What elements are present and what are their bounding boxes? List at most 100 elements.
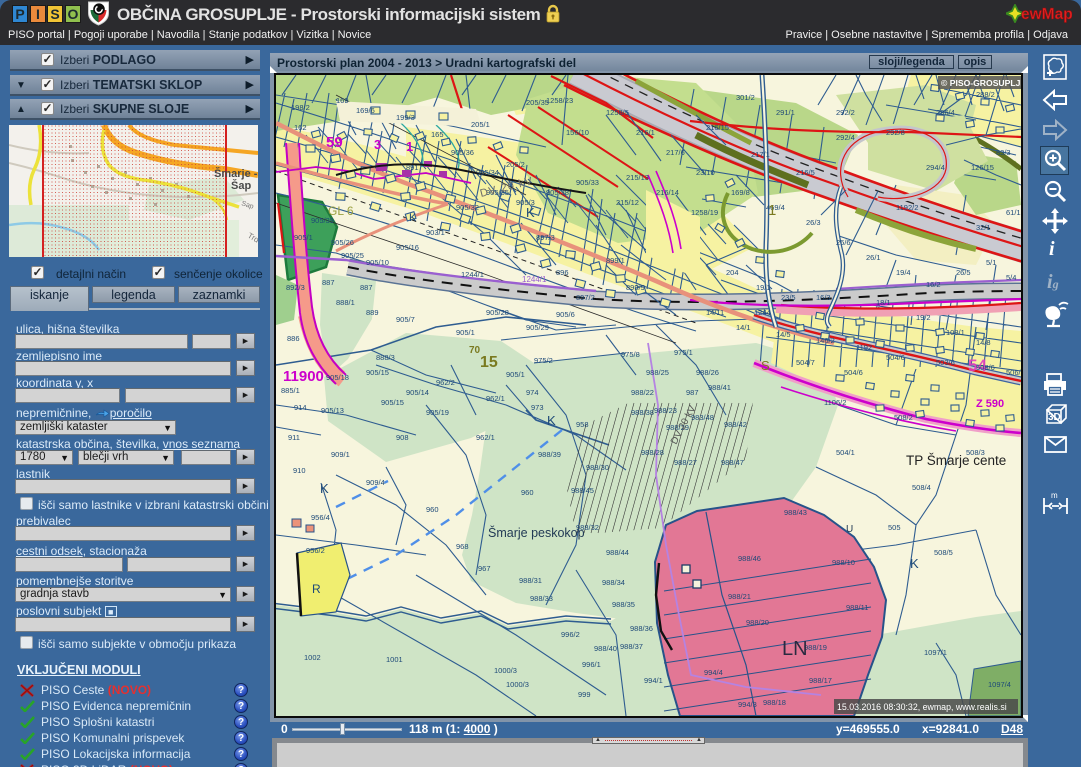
svg-text:988/37: 988/37 xyxy=(620,642,643,651)
svg-text:960: 960 xyxy=(521,488,534,497)
svg-text:994/3: 994/3 xyxy=(738,700,757,709)
svg-text:988/11: 988/11 xyxy=(846,603,868,612)
svg-text:K: K xyxy=(409,212,417,224)
svg-text:216/14: 216/14 xyxy=(656,188,679,197)
svg-text:U: U xyxy=(846,524,853,535)
svg-text:988/39: 988/39 xyxy=(538,450,561,459)
svg-text:R: R xyxy=(312,582,321,596)
svg-text:19/2: 19/2 xyxy=(916,313,931,322)
svg-text:988/27: 988/27 xyxy=(674,458,697,467)
svg-text:169: 169 xyxy=(336,96,349,105)
svg-text:Sap: Sap xyxy=(240,200,254,211)
svg-text:905/32: 905/32 xyxy=(456,203,479,212)
svg-text:292/8: 292/8 xyxy=(886,128,905,137)
svg-text:967: 967 xyxy=(478,564,491,573)
svg-text:905/10: 905/10 xyxy=(366,258,389,267)
svg-text:Z 590: Z 590 xyxy=(976,398,1004,410)
svg-text:1: 1 xyxy=(406,139,413,154)
svg-text:294/4: 294/4 xyxy=(926,163,945,172)
svg-text:19/4: 19/4 xyxy=(896,268,911,277)
svg-text:988/43: 988/43 xyxy=(784,508,807,517)
svg-text:988/35: 988/35 xyxy=(612,600,635,609)
svg-text:905/14: 905/14 xyxy=(406,388,429,397)
svg-text:891: 891 xyxy=(406,163,419,172)
svg-text:905/1: 905/1 xyxy=(456,328,475,337)
svg-text:292/4: 292/4 xyxy=(836,133,855,142)
svg-text:994/4: 994/4 xyxy=(704,668,723,677)
svg-text:508/4: 508/4 xyxy=(912,483,931,492)
svg-text:© PISO-GROSUPLJE: © PISO-GROSUPLJE xyxy=(941,78,1021,88)
svg-text:1258/19: 1258/19 xyxy=(691,208,718,217)
svg-text:S: S xyxy=(761,358,770,373)
svg-text:26/6: 26/6 xyxy=(836,238,851,247)
svg-text:988/36: 988/36 xyxy=(630,624,653,633)
svg-text:909/4: 909/4 xyxy=(366,478,385,487)
svg-text:889: 889 xyxy=(366,308,379,317)
svg-text:K: K xyxy=(320,481,329,496)
svg-text:m: m xyxy=(1051,491,1058,500)
svg-text:905/15: 905/15 xyxy=(366,368,389,377)
svg-text:3D: 3D xyxy=(1048,412,1061,423)
svg-text:1000/3: 1000/3 xyxy=(494,666,517,675)
svg-text:23/10: 23/10 xyxy=(696,168,715,177)
svg-text:506/1: 506/1 xyxy=(1006,368,1021,377)
svg-text:987: 987 xyxy=(686,388,699,397)
svg-text:905/15: 905/15 xyxy=(381,398,404,407)
svg-text:962/1: 962/1 xyxy=(486,394,505,403)
svg-text:968: 968 xyxy=(456,542,469,551)
svg-text:905/1: 905/1 xyxy=(506,370,525,379)
svg-text:903/1: 903/1 xyxy=(426,228,445,237)
svg-text:504/7: 504/7 xyxy=(796,358,815,367)
svg-text:988/41: 988/41 xyxy=(708,383,731,392)
svg-text:905/33: 905/33 xyxy=(576,178,599,187)
svg-text:905/25: 905/25 xyxy=(341,251,364,260)
svg-text:905/1: 905/1 xyxy=(294,233,313,242)
svg-text:988/23: 988/23 xyxy=(654,406,677,415)
svg-text:5/1: 5/1 xyxy=(986,258,996,267)
svg-text:887: 887 xyxy=(360,283,373,292)
svg-text:K: K xyxy=(547,413,556,428)
svg-text:905/6: 905/6 xyxy=(556,310,575,319)
svg-text:1097/1: 1097/1 xyxy=(924,648,947,657)
svg-text:165: 165 xyxy=(431,130,444,139)
svg-text:988/38: 988/38 xyxy=(631,408,654,417)
svg-text:70: 70 xyxy=(469,345,481,356)
svg-text:905/26: 905/26 xyxy=(331,238,354,247)
svg-text:1002: 1002 xyxy=(304,653,321,662)
svg-text:975/2: 975/2 xyxy=(534,356,553,365)
svg-text:1244/1: 1244/1 xyxy=(522,275,547,284)
svg-text:23/5: 23/5 xyxy=(781,293,796,302)
svg-text:905/36: 905/36 xyxy=(451,148,474,157)
svg-text:217/1: 217/1 xyxy=(751,150,770,159)
svg-text:108/1: 108/1 xyxy=(946,328,965,337)
svg-text:905/16: 905/16 xyxy=(396,243,419,252)
svg-text:156/10: 156/10 xyxy=(566,128,589,137)
svg-text:205/2: 205/2 xyxy=(506,160,525,169)
svg-text:16/3: 16/3 xyxy=(816,293,831,302)
svg-text:988/22: 988/22 xyxy=(631,388,654,397)
svg-text:11900: 11900 xyxy=(283,368,324,385)
svg-text:988/42: 988/42 xyxy=(724,420,747,429)
svg-text:988/44: 988/44 xyxy=(606,548,629,557)
svg-text:988/25: 988/25 xyxy=(646,368,669,377)
svg-text:1244/1: 1244/1 xyxy=(461,270,484,279)
svg-text:988/47: 988/47 xyxy=(721,458,744,467)
svg-text:508/5: 508/5 xyxy=(934,548,953,557)
svg-text:198/2: 198/2 xyxy=(291,103,310,112)
svg-text:1106/2: 1106/2 xyxy=(824,398,846,407)
svg-text:K: K xyxy=(910,556,919,571)
svg-text:988/30: 988/30 xyxy=(586,463,609,472)
svg-text:960: 960 xyxy=(426,505,439,514)
svg-text:288/2: 288/2 xyxy=(976,90,995,99)
svg-text:26/1: 26/1 xyxy=(866,253,881,262)
svg-text:15: 15 xyxy=(480,354,498,371)
svg-text:GL 6: GL 6 xyxy=(328,204,354,218)
svg-text:1001: 1001 xyxy=(386,655,403,664)
svg-text:Trd: Trd xyxy=(246,231,258,245)
svg-text:988/46: 988/46 xyxy=(738,554,761,563)
svg-text:988/18: 988/18 xyxy=(763,698,786,707)
svg-text:988/20: 988/20 xyxy=(746,618,769,627)
svg-text:996/2: 996/2 xyxy=(561,630,580,639)
svg-text:19/1: 19/1 xyxy=(756,283,771,292)
svg-text:204: 204 xyxy=(726,268,739,277)
